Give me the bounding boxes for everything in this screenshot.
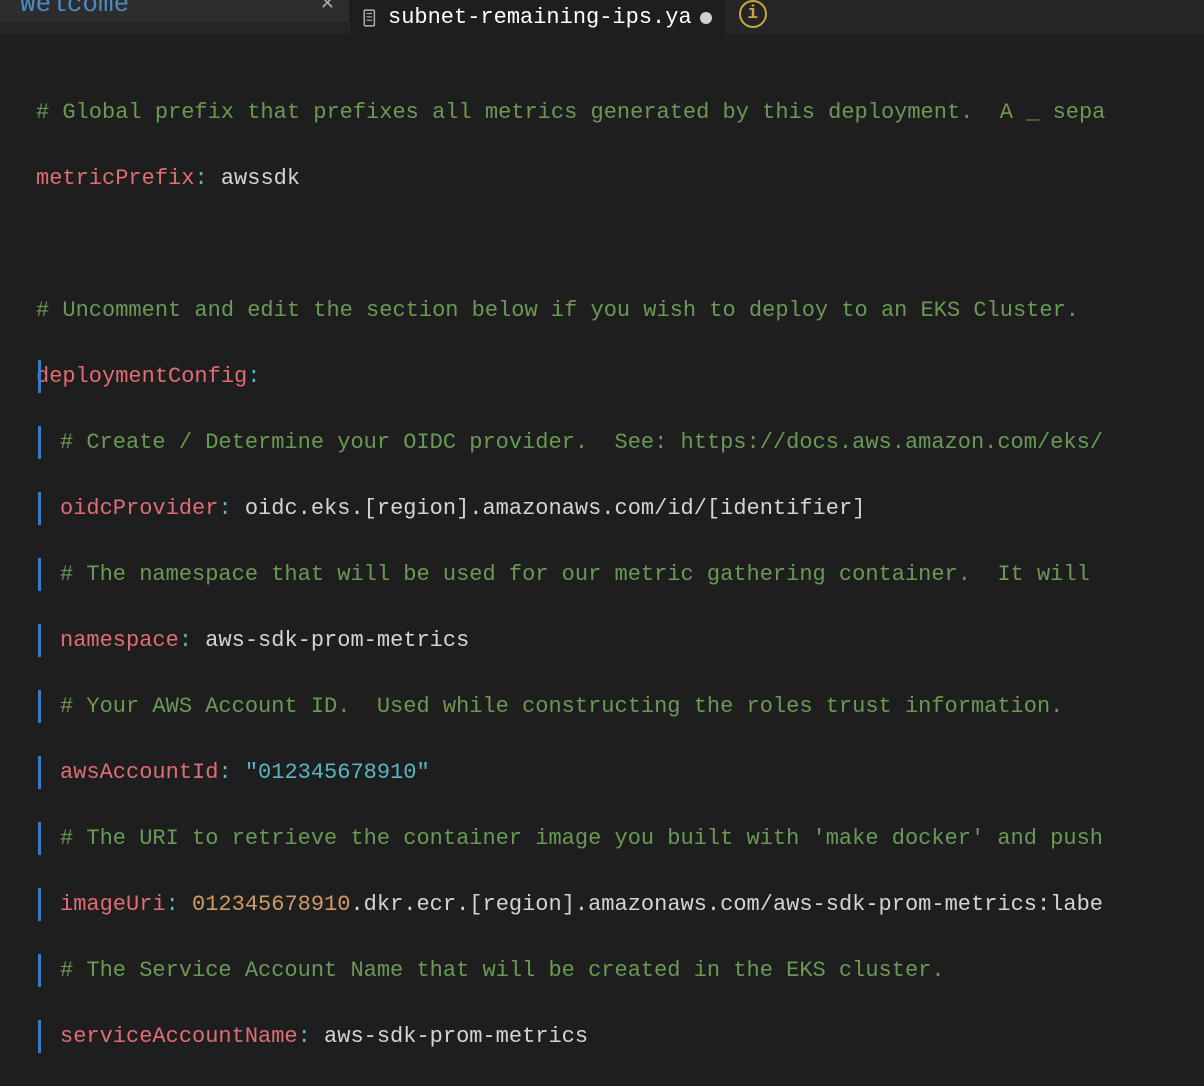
tab-file-label: subnet-remaining-ips.ya — [388, 1, 692, 34]
code-line: deploymentConfig: — [12, 360, 1204, 393]
code-line: # The namespace that will be used for ou… — [12, 558, 1204, 591]
info-icon[interactable]: i — [739, 0, 767, 28]
tab-file[interactable]: subnet-remaining-ips.ya — [350, 0, 725, 35]
code-line: awsAccountId: "012345678910" — [12, 756, 1204, 789]
code-line: metricPrefix: awssdk — [12, 162, 1204, 195]
file-icon — [362, 9, 380, 27]
code-line: # The Service Account Name that will be … — [12, 954, 1204, 987]
tab-welcome[interactable]: Welcome ✕ — [0, 0, 350, 22]
code-line: # Create / Determine your OIDC provider.… — [12, 426, 1204, 459]
code-editor[interactable]: # Global prefix that prefixes all metric… — [0, 35, 1204, 1086]
dirty-indicator-icon — [700, 12, 712, 24]
tab-welcome-label: Welcome — [20, 0, 129, 24]
code-line: # Uncomment and edit the section below i… — [12, 294, 1204, 327]
code-line: oidcProvider: oidc.eks.[region].amazonaw… — [12, 492, 1204, 525]
code-line: namespace: aws-sdk-prom-metrics — [12, 624, 1204, 657]
tab-bar: Welcome ✕ subnet-remaining-ips.ya i — [0, 0, 1204, 35]
code-line: # Global prefix that prefixes all metric… — [12, 96, 1204, 129]
code-line: imageUri: 012345678910.dkr.ecr.[region].… — [12, 888, 1204, 921]
code-line — [12, 228, 1204, 261]
code-line: # The URI to retrieve the container imag… — [12, 822, 1204, 855]
code-line: # Your AWS Account ID. Used while constr… — [12, 690, 1204, 723]
close-icon[interactable]: ✕ — [318, 0, 337, 14]
code-line: serviceAccountName: aws-sdk-prom-metrics — [12, 1020, 1204, 1053]
